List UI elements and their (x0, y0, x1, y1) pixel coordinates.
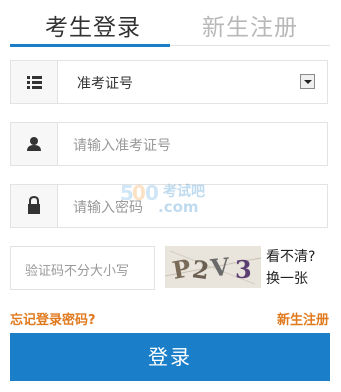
captcha-refresh-link[interactable]: 看不清? 换一张 (266, 246, 315, 290)
exam-id-field[interactable]: 请输入准考证号 (10, 122, 328, 166)
login-tabs: 考生登录 新生注册 (10, 0, 330, 48)
watermark-domain: .com (158, 198, 199, 216)
captcha-refresh-line1: 看不清? (266, 249, 316, 265)
user-icon (11, 123, 58, 165)
svg-text:0: 0 (145, 181, 159, 205)
lock-icon (11, 185, 58, 227)
active-tab-indicator (10, 44, 170, 47)
svg-text:0: 0 (132, 181, 146, 205)
svg-text:V: V (208, 252, 231, 283)
svg-text:3: 3 (235, 255, 252, 284)
captcha-input[interactable]: 验证码不分大小写 (10, 246, 155, 290)
captcha-placeholder: 验证码不分大小写 (25, 264, 130, 279)
list-icon (11, 61, 58, 103)
exam-id-placeholder: 请输入准考证号 (73, 138, 171, 154)
captcha-image[interactable]: P 2 V 3 (165, 246, 261, 288)
chevron-down-icon[interactable] (300, 74, 315, 89)
site-watermark: 5 0 0 考试吧 .com (118, 178, 238, 218)
id-type-selected: 准考证号 (77, 76, 133, 92)
tab-new-student-register[interactable]: 新生注册 (202, 8, 298, 42)
login-button[interactable]: 登录 (10, 333, 330, 381)
tab-student-login[interactable]: 考生登录 (45, 8, 141, 42)
new-student-register-link[interactable]: 新生注册 (277, 309, 329, 328)
captcha-refresh-line2: 换一张 (266, 271, 308, 287)
forgot-password-link[interactable]: 忘记登录密码? (10, 309, 96, 328)
tab-divider (170, 45, 330, 46)
id-type-select[interactable]: 准考证号 (10, 60, 328, 104)
